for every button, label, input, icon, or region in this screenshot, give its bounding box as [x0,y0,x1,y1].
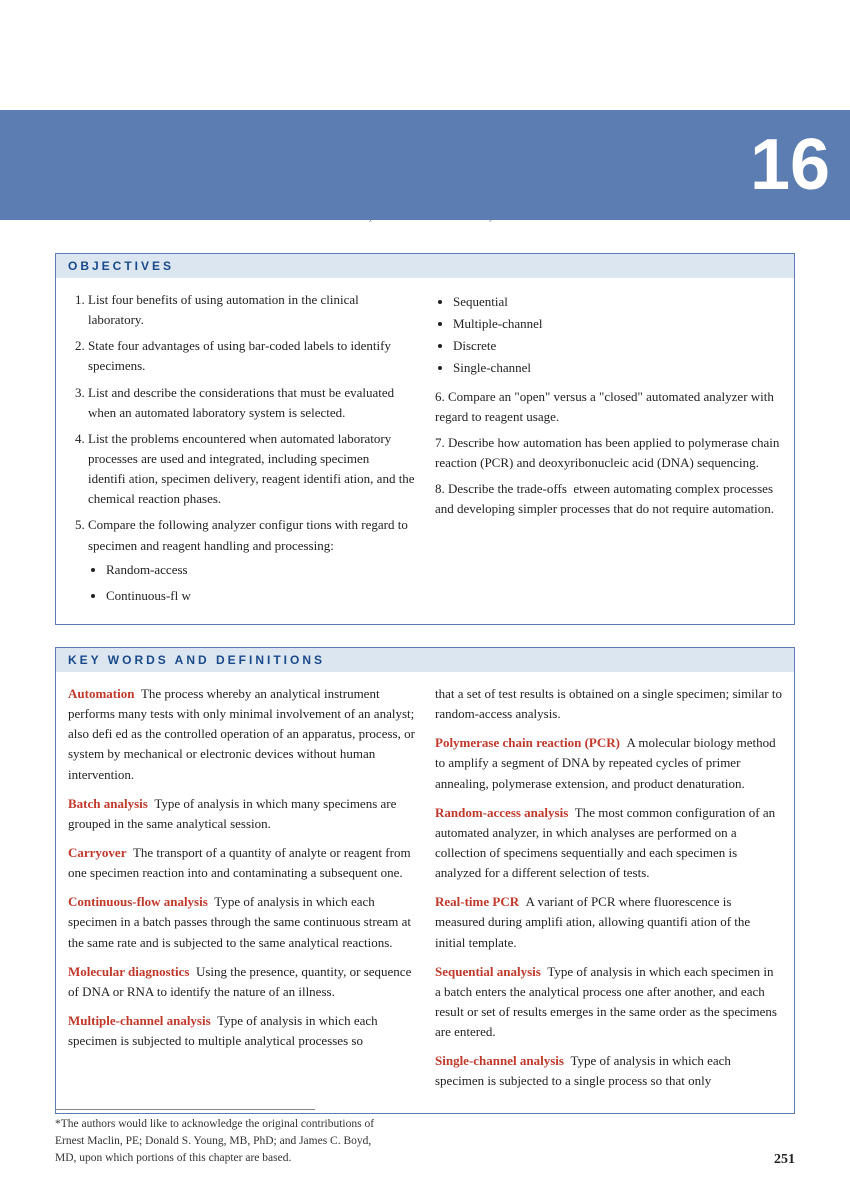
page-content: Automation Charles D. Hawker, Jonathan R… [0,110,850,1196]
page-footer: *The authors would like to acknowledge t… [55,1109,795,1168]
kw-multiple-channel-term: Multiple-channel analysis [68,1013,211,1028]
kw-batch: Batch analysis Type of analysis in which… [68,794,415,834]
kw-sequential-term: Sequential analysis [435,964,541,979]
kw-single-channel-term: Single-channel analysis [435,1053,564,1068]
kw-random-access-term: Random-access analysis [435,805,568,820]
obj-bullet-continuous: Continuous-fl w [106,586,415,606]
kw-single-channel: Single-channel analysis Type of analysis… [435,1051,782,1091]
kw-continuous-flow: Continuous-flow analysis Type of analysi… [68,892,415,952]
objectives-section: OBJECTIVES List four benefits of using a… [55,253,795,625]
kw-molecular-term: Molecular diagnostics [68,964,189,979]
kw-carryover-term: Carryover [68,845,126,860]
kw-pcr: Polymerase chain reaction (PCR) A molecu… [435,733,782,793]
obj-bullet-random: Random-access [106,560,415,580]
chapter-number-box: 16 [730,110,850,220]
kw-pcr-term: Polymerase chain reaction (PCR) [435,735,620,750]
keywords-right-col: that a set of test results is obtained o… [435,684,782,1101]
objective-item-1: List four benefits of using automation i… [88,290,415,330]
kw-multiple-continued: that a set of test results is obtained o… [435,684,782,724]
obj-bullet-single: Single-channel [453,358,782,378]
objective-item-5: Compare the following analyzer configur … [88,515,415,606]
kw-molecular: Molecular diagnostics Using the presence… [68,962,415,1002]
obj-bullet-multiple: Multiple-channel [453,314,782,334]
kw-continuous-flow-term: Continuous-flow analysis [68,894,208,909]
obj-bullet-discrete: Discrete [453,336,782,356]
objectives-list: List four benefits of using automation i… [68,290,415,606]
kw-realtime-pcr-term: Real-time PCR [435,894,519,909]
keywords-content: Automation The process whereby an analyt… [56,672,794,1113]
kw-random-access: Random-access analysis The most common c… [435,803,782,884]
keywords-section: KEY WORDS AND DEFINITIONS Automation The… [55,647,795,1114]
kw-batch-term: Batch analysis [68,796,148,811]
kw-multiple-channel: Multiple-channel analysis Type of analys… [68,1011,415,1051]
page-number: 251 [774,1152,795,1168]
kw-automation: Automation The process whereby an analyt… [68,684,415,785]
kw-sequential: Sequential analysis Type of analysis in … [435,962,782,1043]
keywords-left-col: Automation The process whereby an analyt… [68,684,415,1101]
footnote-text: *The authors would like to acknowledge t… [55,1116,395,1168]
footnote-divider [55,1109,315,1110]
objectives-header: OBJECTIVES [56,254,794,278]
objectives-right-bullets: Sequential Multiple-channel Discrete Sin… [435,292,782,379]
objective-item-8: 8. Describe the trade-offs etween automa… [435,479,782,519]
objectives-left-col: List four benefits of using automation i… [68,290,415,612]
chapter-number: 16 [750,129,830,201]
kw-realtime-pcr: Real-time PCR A variant of PCR where flu… [435,892,782,952]
obj-bullet-sequential: Sequential [453,292,782,312]
objectives-right-col: Sequential Multiple-channel Discrete Sin… [435,290,782,612]
objectives-content: List four benefits of using automation i… [56,278,794,624]
objective-item-6: 6. Compare an "open" versus a "closed" a… [435,387,782,427]
top-header-bar: 16 [0,110,850,220]
kw-carryover: Carryover The transport of a quantity of… [68,843,415,883]
objective-item-2: State four advantages of using bar-coded… [88,336,415,376]
objective-item-7: 7. Describe how automation has been appl… [435,433,782,473]
objective-item-4: List the problems encountered when autom… [88,429,415,510]
keywords-header: KEY WORDS AND DEFINITIONS [56,648,794,672]
objective-item-3: List and describe the considerations tha… [88,383,415,423]
kw-automation-term: Automation [68,686,134,701]
